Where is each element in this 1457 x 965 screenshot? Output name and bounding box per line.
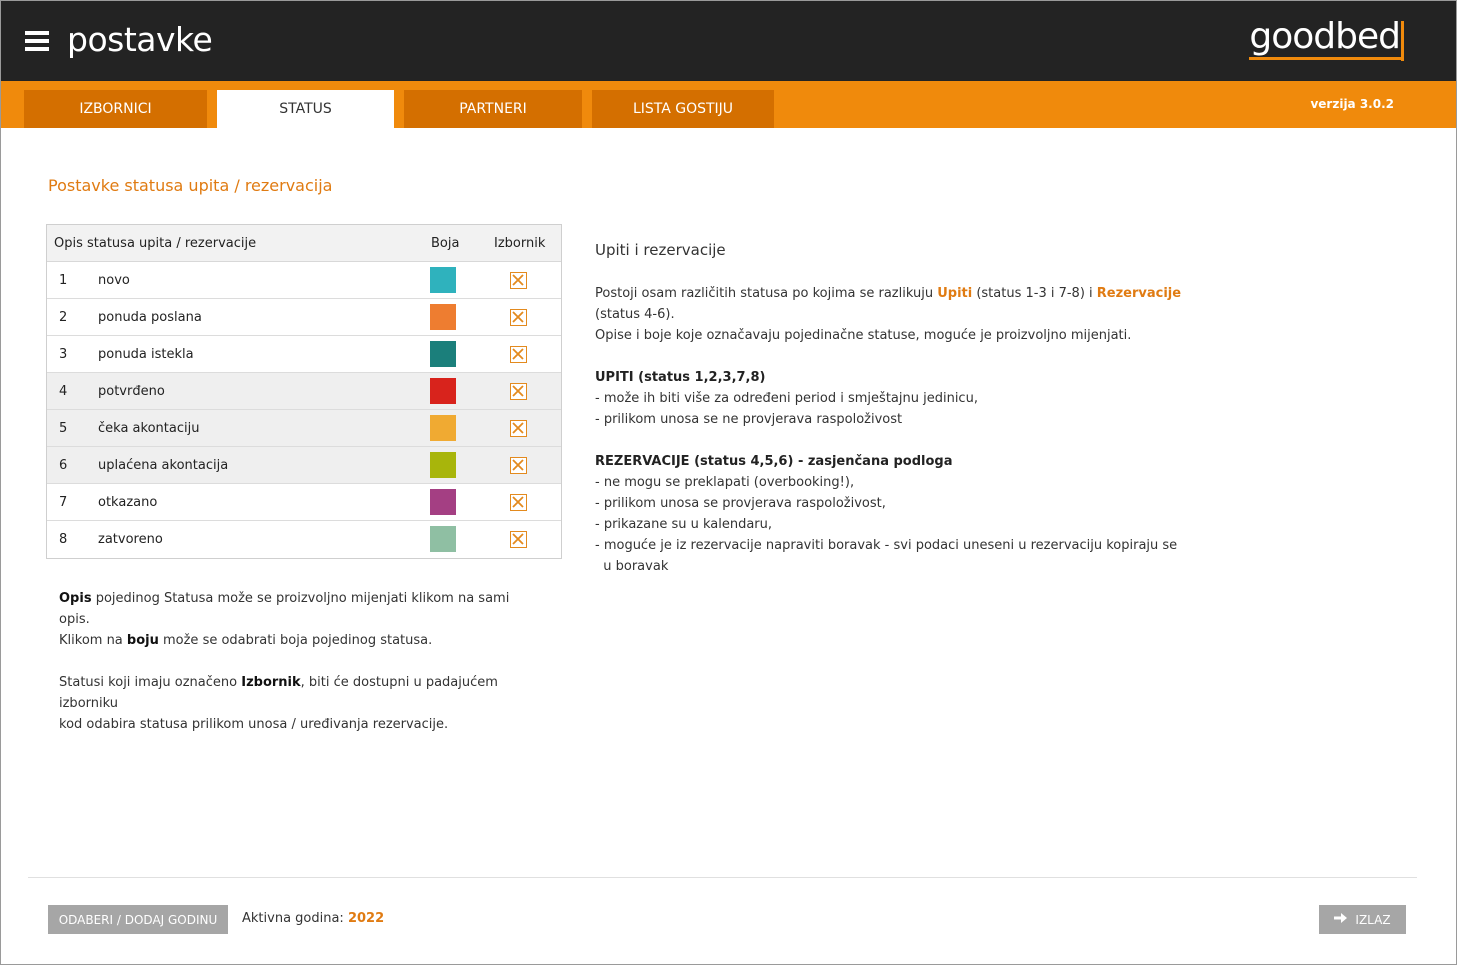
- info-upiti-highlight: Upiti: [937, 286, 973, 301]
- status-description[interactable]: čeka akontaciju: [98, 421, 199, 436]
- table-row: 5 čeka akontaciju: [47, 410, 561, 447]
- status-description[interactable]: otkazano: [98, 495, 157, 510]
- menu-checkbox[interactable]: [510, 420, 527, 437]
- info-rez-line: - prilikom unosa se provjerava raspoloži…: [595, 496, 886, 511]
- section-heading: Postavke statusa upita / rezervacija: [48, 176, 333, 195]
- header-description: Opis statusa upita / rezervacije: [54, 236, 257, 251]
- hamburger-menu-icon[interactable]: [25, 31, 49, 51]
- footer-divider: [28, 877, 1417, 878]
- top-bar: postavke goodbed: [1, 1, 1456, 81]
- tab-izbornici[interactable]: IZBORNICI: [24, 90, 207, 128]
- status-number: 5: [59, 421, 68, 436]
- select-add-year-button[interactable]: ODABERI / DODAJ GODINU: [48, 905, 228, 934]
- status-number: 3: [59, 347, 68, 362]
- status-number: 4: [59, 384, 68, 399]
- menu-checkbox[interactable]: [510, 383, 527, 400]
- page-title: postavke: [67, 20, 213, 59]
- table-row: 8 zatvoreno: [47, 521, 561, 558]
- checked-x-icon: [512, 274, 524, 286]
- info-intro-pre: Postoji osam različitih statusa po kojim…: [595, 286, 938, 301]
- status-color-swatch[interactable]: [430, 304, 456, 330]
- menu-checkbox[interactable]: [510, 457, 527, 474]
- help-bold-boju: boju: [126, 633, 159, 648]
- help-line-2-pre: Klikom na: [59, 633, 127, 648]
- status-description[interactable]: ponuda poslana: [98, 310, 202, 325]
- info-upiti-title: UPITI (status 1,2,3,7,8): [595, 370, 766, 385]
- version-label: verzija 3.0.2: [1310, 97, 1394, 111]
- header-color: Boja: [431, 236, 460, 251]
- info-rez-line: - ne mogu se preklapati (overbooking!),: [595, 475, 855, 490]
- help-bold-opis: Opis: [59, 591, 92, 606]
- help-text: Opis pojedinog Statusa može se proizvolj…: [59, 588, 539, 735]
- help-line-3-pre: Statusi koji imaju označeno: [59, 675, 242, 690]
- help-line-4: kod odabira statusa prilikom unosa / ure…: [59, 717, 449, 732]
- checked-x-icon: [512, 496, 524, 508]
- status-color-swatch[interactable]: [430, 267, 456, 293]
- arrow-right-icon: [1334, 912, 1348, 927]
- checked-x-icon: [512, 459, 524, 471]
- status-color-swatch[interactable]: [430, 526, 456, 552]
- table-row: 1 novo: [47, 262, 561, 299]
- help-bold-izbornik: Izbornik: [241, 675, 301, 690]
- help-line-2: može se odabrati boja pojedinog statusa.: [158, 633, 433, 648]
- status-number: 6: [59, 458, 68, 473]
- goodbed-logo: goodbed: [1249, 17, 1404, 63]
- status-description[interactable]: potvrđeno: [98, 384, 165, 399]
- header-menu: Izbornik: [494, 236, 546, 251]
- status-number: 7: [59, 495, 68, 510]
- status-number: 8: [59, 532, 68, 547]
- status-color-swatch[interactable]: [430, 489, 456, 515]
- info-rez-title: REZERVACIJE (status 4,5,6) - zasjenčana …: [595, 454, 953, 469]
- info-panel: Upiti i rezervacije Postoji osam različi…: [595, 240, 1215, 598]
- exit-label: IZLAZ: [1355, 912, 1391, 927]
- checked-x-icon: [512, 533, 524, 545]
- info-intro-post: (status 4-6).: [595, 307, 675, 322]
- tab-status[interactable]: STATUS: [217, 90, 394, 128]
- status-table: Opis statusa upita / rezervacije Boja Iz…: [46, 224, 562, 559]
- help-line-1: pojedinog Statusa može se proizvoljno mi…: [59, 591, 510, 627]
- info-upiti-line: - može ih biti više za određeni period i…: [595, 391, 978, 406]
- status-description[interactable]: zatvoreno: [98, 532, 163, 547]
- table-header: Opis statusa upita / rezervacije Boja Iz…: [47, 225, 561, 262]
- active-year-label: Aktivna godina:: [242, 911, 348, 926]
- info-rez-line: u boravak: [595, 559, 669, 574]
- exit-button[interactable]: IZLAZ: [1319, 905, 1406, 934]
- info-rez-line: - moguće je iz rezervacije napraviti bor…: [595, 538, 1178, 553]
- status-color-swatch[interactable]: [430, 415, 456, 441]
- checked-x-icon: [512, 385, 524, 397]
- table-row: 4 potvrđeno: [47, 373, 561, 410]
- tab-lista-gostiju[interactable]: LISTA GOSTIJU: [592, 90, 774, 128]
- checked-x-icon: [512, 348, 524, 360]
- status-description[interactable]: uplaćena akontacija: [98, 458, 228, 473]
- table-row: 3 ponuda istekla: [47, 336, 561, 373]
- menu-checkbox[interactable]: [510, 272, 527, 289]
- status-number: 2: [59, 310, 68, 325]
- checked-x-icon: [512, 311, 524, 323]
- status-description[interactable]: novo: [98, 273, 130, 288]
- tab-bar: IZBORNICI STATUS PARTNERI LISTA GOSTIJU …: [1, 81, 1456, 128]
- menu-checkbox[interactable]: [510, 346, 527, 363]
- status-description[interactable]: ponuda istekla: [98, 347, 194, 362]
- table-row: 2 ponuda poslana: [47, 299, 561, 336]
- tab-partneri[interactable]: PARTNERI: [404, 90, 582, 128]
- active-year-display: Aktivna godina: 2022: [242, 911, 384, 926]
- logo-text: goodbed: [1249, 17, 1404, 60]
- info-intro-mid: (status 1-3 i 7-8) i: [972, 286, 1097, 301]
- checked-x-icon: [512, 422, 524, 434]
- status-color-swatch[interactable]: [430, 378, 456, 404]
- status-number: 1: [59, 273, 68, 288]
- menu-checkbox[interactable]: [510, 531, 527, 548]
- status-color-swatch[interactable]: [430, 452, 456, 478]
- status-color-swatch[interactable]: [430, 341, 456, 367]
- menu-checkbox[interactable]: [510, 494, 527, 511]
- info-intro-line2: Opise i boje koje označavaju pojedinačne…: [595, 328, 1132, 343]
- info-rezervacije-highlight: Rezervacije: [1096, 286, 1182, 301]
- table-row: 6 uplaćena akontacija: [47, 447, 561, 484]
- info-upiti-line: - prilikom unosa se ne provjerava raspol…: [595, 412, 903, 427]
- info-rez-line: - prikazane su u kalendaru,: [595, 517, 773, 532]
- info-title: Upiti i rezervacije: [595, 241, 726, 259]
- table-row: 7 otkazano: [47, 484, 561, 521]
- active-year-value: 2022: [347, 911, 385, 926]
- menu-checkbox[interactable]: [510, 309, 527, 326]
